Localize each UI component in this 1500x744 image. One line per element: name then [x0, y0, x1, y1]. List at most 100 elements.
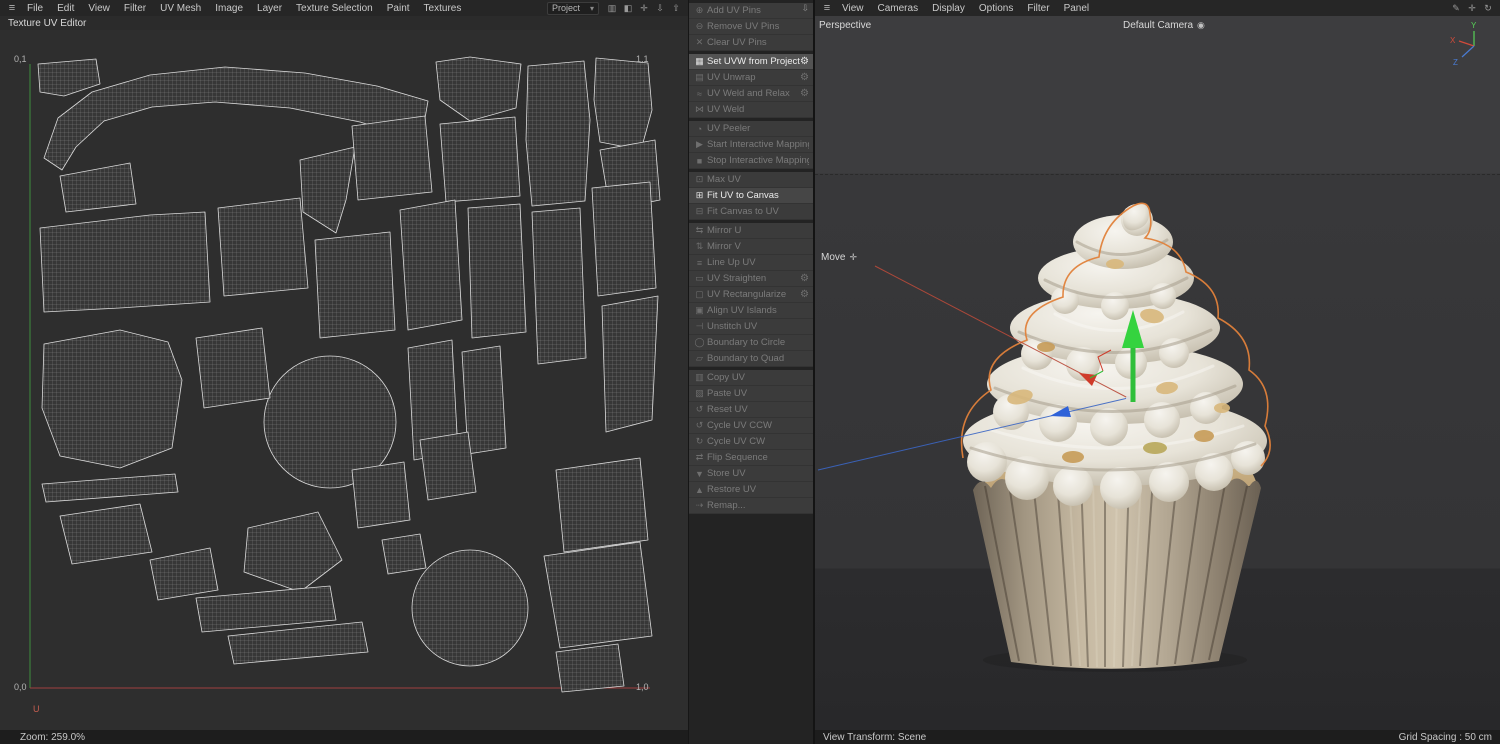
lineup-icon: ≡: [696, 257, 703, 268]
menu-item-view[interactable]: View: [81, 3, 117, 14]
panel-menu-icon[interactable]: ⇩: [801, 3, 809, 14]
gear-icon[interactable]: ⚙: [800, 88, 809, 99]
paint-bucket-icon[interactable]: ◧: [621, 2, 635, 15]
menu-item-paint[interactable]: Paint: [380, 3, 417, 14]
uv-tool-label: Fit UV to Canvas: [707, 190, 779, 201]
uv-tool-cycle-uv-ccw[interactable]: ↺ Cycle UV CCW: [689, 418, 813, 434]
uv-tool-remap[interactable]: ⇢ Remap...: [689, 498, 813, 514]
uv-tool-label: Flip Sequence: [707, 452, 768, 463]
viewport-menu-item-panel[interactable]: Panel: [1057, 3, 1097, 14]
gear-icon[interactable]: ⚙: [800, 273, 809, 284]
project-select-value: Project: [551, 2, 580, 13]
viewport-menu-item-cameras[interactable]: Cameras: [871, 3, 926, 14]
hamburger-icon[interactable]: ≡: [4, 2, 20, 14]
uv-tool-label: Mirror U: [707, 225, 742, 236]
gear-icon[interactable]: ⚙: [800, 72, 809, 83]
uv-corner-bottom-right: 1,0: [636, 682, 649, 692]
uv-tool-mirror-u[interactable]: ⇆ Mirror U: [689, 223, 813, 239]
uv-tool-stop-interactive-mapping[interactable]: ■ Stop Interactive Mapping: [689, 153, 813, 169]
viewport-3d[interactable]: Perspective Default Camera ◉ Move ✛ Y X …: [815, 16, 1500, 730]
uv-tool-uv-peeler[interactable]: ◔ UV Peeler: [689, 121, 813, 137]
gizmo-center[interactable]: [1126, 396, 1130, 400]
import-icon[interactable]: ⇩: [653, 2, 667, 15]
projection-label[interactable]: Perspective: [819, 20, 871, 31]
uv-tool-boundary-to-circle[interactable]: ◯ Boundary to Circle: [689, 335, 813, 351]
menu-item-edit[interactable]: Edit: [50, 3, 81, 14]
uv-tool-flip-sequence[interactable]: ⇄ Flip Sequence: [689, 450, 813, 466]
uv-tool-restore-uv[interactable]: ▲ Restore UV: [689, 482, 813, 498]
uv-islands[interactable]: [37, 56, 661, 693]
uv-tool-boundary-to-quad[interactable]: ▱ Boundary to Quad: [689, 351, 813, 367]
viewport-menu-item-display[interactable]: Display: [925, 3, 972, 14]
menu-item-texture-selection[interactable]: Texture Selection: [289, 3, 380, 14]
axis-gizmo[interactable]: Y X Z: [1448, 20, 1492, 66]
uv-tool-uv-weld[interactable]: ⋈ UV Weld: [689, 102, 813, 118]
gear-icon[interactable]: ⚙: [800, 289, 809, 300]
project-select[interactable]: Project ▾: [546, 1, 599, 15]
viewport-pan-icon[interactable]: ✛: [1465, 2, 1479, 15]
viewport-menu-item-view[interactable]: View: [835, 3, 871, 14]
uv-tool-clear-uv-pins[interactable]: ✕ Clear UV Pins: [689, 35, 813, 51]
viewport-menubar: ≡ View Cameras Display Options Filter Panel ✎…: [815, 0, 1500, 16]
orbit-icon[interactable]: ↻: [1481, 2, 1495, 15]
uv-tool-uv-straighten[interactable]: ▭ UV Straighten ⚙: [689, 271, 813, 287]
histogram-icon[interactable]: ▥: [605, 2, 619, 15]
uv-tool-unstitch-uv[interactable]: ⊣ Unstitch UV: [689, 319, 813, 335]
align-islands-icon: ▣: [695, 305, 704, 315]
pin-remove-icon: ⊖: [695, 21, 704, 31]
uv-tool-fit-uv-to-canvas[interactable]: ⊞ Fit UV to Canvas: [689, 188, 813, 204]
pin-add-icon: ⊕: [695, 5, 704, 15]
unstitch-icon: ⊣: [695, 321, 704, 331]
uv-tool-mirror-v[interactable]: ⇅ Mirror V: [689, 239, 813, 255]
menu-item-layer[interactable]: Layer: [250, 3, 289, 14]
uv-tool-label: Mirror V: [707, 241, 741, 252]
cupcake-model[interactable]: [960, 202, 1271, 672]
uv-tool-uv-rectangularize[interactable]: ▢ UV Rectangularize ⚙: [689, 287, 813, 303]
uv-tool-label: Remap...: [707, 500, 746, 511]
menu-item-textures[interactable]: Textures: [417, 3, 469, 14]
uv-tool-uv-unwrap[interactable]: ▤ UV Unwrap ⚙: [689, 70, 813, 86]
viewport-hamburger-icon[interactable]: ≡: [819, 2, 835, 14]
viewport-menu-item-options[interactable]: Options: [972, 3, 1020, 14]
uv-tool-label: Store UV: [707, 468, 746, 479]
uv-tools-column: ⇩ ⊕ Add UV Pins ⊖ Remove UV Pins ✕ Clear UV P…: [689, 0, 815, 744]
export-icon[interactable]: ⇧: [669, 2, 683, 15]
uv-tool-label: Start Interactive Mapping: [707, 139, 809, 150]
scene-svg: [817, 202, 1271, 672]
max-uv-icon: ⊡: [695, 174, 704, 184]
uv-tool-reset-uv[interactable]: ↺ Reset UV: [689, 402, 813, 418]
uv-toolbar-group-4: ⊡ Max UV ⊞ Fit UV to Canvas ⊟ Fit Canvas to U…: [689, 172, 813, 220]
camera-label[interactable]: Default Camera ◉: [1123, 20, 1205, 31]
camera-icon[interactable]: ◉: [1197, 20, 1205, 31]
uv-canvas[interactable]: 0,1 1,1 0,0 1,0 U: [0, 30, 688, 730]
menu-item-uv-mesh[interactable]: UV Mesh: [153, 3, 208, 14]
viewport-menu-item-filter[interactable]: Filter: [1020, 3, 1056, 14]
stop-icon: ■: [696, 155, 703, 166]
uv-tool-add-uv-pins[interactable]: ⊕ Add UV Pins: [689, 3, 813, 19]
gizmo-y-shaft[interactable]: [1130, 346, 1136, 402]
menu-item-image[interactable]: Image: [208, 3, 250, 14]
gear-icon[interactable]: ⚙: [800, 56, 809, 67]
pan-icon[interactable]: ✛: [637, 2, 651, 15]
uv-tool-align-uv-islands[interactable]: ▣ Align UV Islands: [689, 303, 813, 319]
uv-tool-cycle-uv-cw[interactable]: ↻ Cycle UV CW: [689, 434, 813, 450]
uv-tool-label: UV Weld: [707, 104, 745, 115]
uv-tool-label: UV Straighten: [707, 273, 767, 284]
uv-tool-label: Restore UV: [707, 484, 757, 495]
uv-tool-fit-canvas-to-uv[interactable]: ⊟ Fit Canvas to UV: [689, 204, 813, 220]
uv-tool-paste-uv[interactable]: ▧ Paste UV: [689, 386, 813, 402]
uv-tool-store-uv[interactable]: ▼ Store UV: [689, 466, 813, 482]
brush-icon[interactable]: ✎: [1449, 2, 1463, 15]
uv-tool-start-interactive-mapping[interactable]: ▶ Start Interactive Mapping: [689, 137, 813, 153]
uv-tool-uv-weld-and-relax[interactable]: ≈ UV Weld and Relax ⚙: [689, 86, 813, 102]
uv-tool-set-uvw-from-projection[interactable]: ▦Set UVW from Projection⚙: [689, 54, 813, 70]
menu-item-file[interactable]: File: [20, 3, 50, 14]
uv-tool-line-up-uv[interactable]: ≡ Line Up UV: [689, 255, 813, 271]
weld-icon: ⋈: [695, 104, 704, 114]
uv-tool-copy-uv[interactable]: ▥ Copy UV: [689, 370, 813, 386]
menu-item-filter[interactable]: Filter: [117, 3, 153, 14]
projection-icon: ▦: [695, 56, 704, 66]
axis-x-label: X: [1450, 36, 1456, 45]
uv-tool-remove-uv-pins[interactable]: ⊖ Remove UV Pins: [689, 19, 813, 35]
uv-tool-max-uv[interactable]: ⊡ Max UV: [689, 172, 813, 188]
